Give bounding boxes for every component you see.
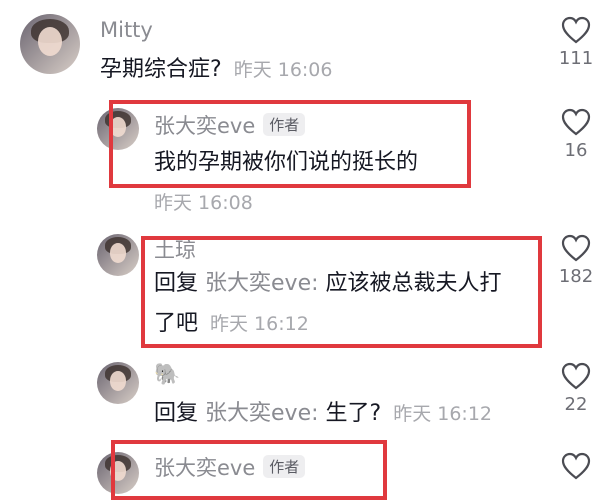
reply-prefix: 回复 <box>154 401 199 426</box>
highlight-box <box>109 100 471 188</box>
heart-outline-icon <box>561 234 591 262</box>
reply-target[interactable]: 张大奕eve: <box>205 401 319 426</box>
comment-time: 昨天 16:08 <box>154 192 253 214</box>
comment-body: 生了? <box>325 401 382 426</box>
like-button[interactable]: 16 <box>556 108 596 161</box>
like-count: 111 <box>558 48 594 69</box>
comment-time: 昨天 16:12 <box>393 403 493 425</box>
highlight-box <box>141 236 542 348</box>
heart-outline-icon <box>561 16 591 44</box>
comment-text: 孕期综合症? 昨天 16:06 <box>100 52 332 88</box>
like-button[interactable]: 182 <box>556 234 596 287</box>
like-button[interactable]: 111 <box>556 16 596 69</box>
username[interactable]: Mitty <box>100 18 153 42</box>
like-count: 182 <box>558 266 594 287</box>
comment-text: 回复 张大奕eve: 生了? 昨天 16:12 <box>154 396 492 432</box>
like-count: 22 <box>564 394 588 415</box>
comment-body: 孕期综合症? <box>100 57 222 82</box>
comment-time: 昨天 16:06 <box>233 59 333 81</box>
avatar[interactable] <box>20 14 80 74</box>
heart-outline-icon <box>561 452 591 480</box>
highlight-box <box>111 440 387 500</box>
avatar[interactable] <box>97 362 139 404</box>
like-button[interactable]: 22 <box>556 362 596 415</box>
like-button[interactable] <box>556 452 596 480</box>
username[interactable]: 🐘 <box>154 362 180 387</box>
avatar[interactable] <box>97 234 139 276</box>
heart-outline-icon <box>561 362 591 390</box>
heart-outline-icon <box>561 108 591 136</box>
like-count: 16 <box>564 140 588 161</box>
